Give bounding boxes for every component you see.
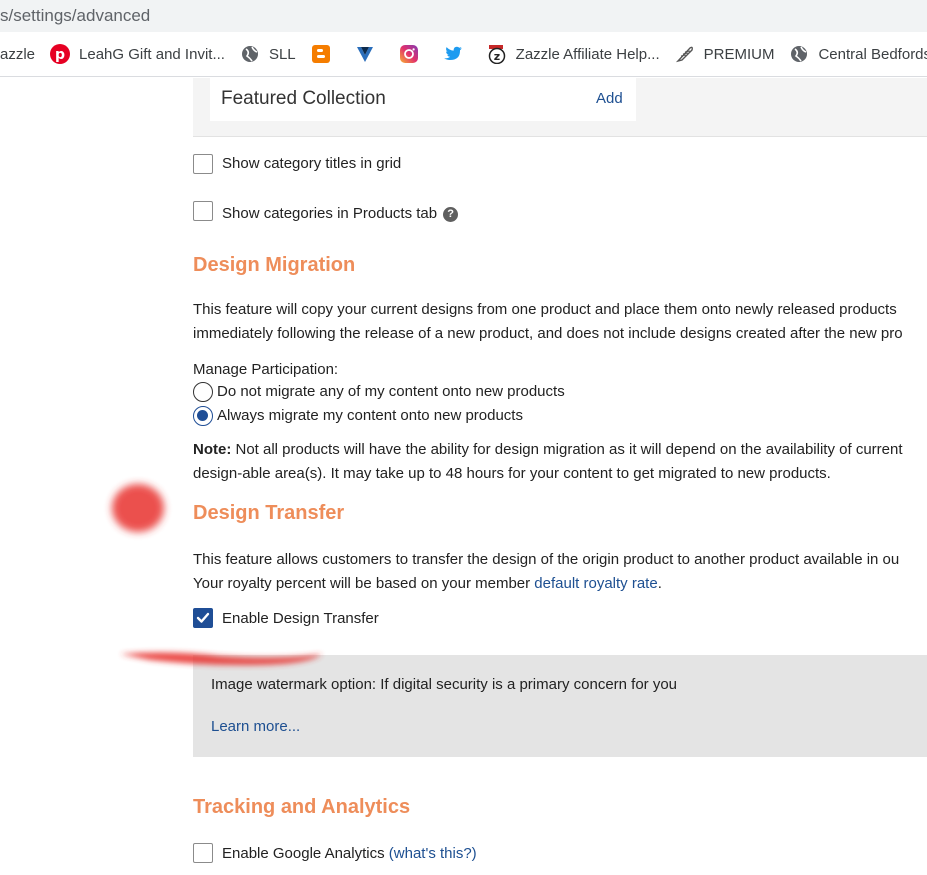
bookmark-twitter[interactable] [443, 44, 472, 64]
google-analytics-label: Enable Google Analytics [222, 845, 385, 862]
globe-icon [789, 44, 809, 64]
svg-text:p: p [55, 47, 65, 63]
bookmark-label: PREMIUM [703, 45, 775, 63]
help-icon[interactable]: ? [443, 207, 459, 222]
categories-products-tab-label: Show categories in Products tab? [222, 205, 459, 222]
learn-more-link[interactable]: Learn more... [211, 718, 300, 735]
watermark-info-panel [193, 655, 927, 757]
bookmark-zazzle-affiliate[interactable]: z Zazzle Affiliate Help... [487, 44, 660, 64]
note-text: Not all products will have the ability f… [231, 441, 903, 458]
bookmark-vector[interactable] [355, 44, 384, 64]
address-bar[interactable]: s/settings/advanced [0, 0, 927, 32]
bookmark-sll[interactable]: SLL [240, 44, 296, 64]
design-migration-line-1: This feature will copy your current desi… [193, 301, 897, 318]
bookmark-central-bedfords[interactable]: Central Bedfords [789, 44, 927, 64]
vector-v-icon [355, 44, 375, 64]
feather-icon [675, 44, 695, 64]
red-scribble-blob [112, 484, 164, 532]
design-transfer-line-2: Your royalty percent will be based on yo… [193, 572, 899, 596]
pinterest-icon: p [50, 44, 71, 64]
bookmark-zazzle[interactable]: azzle [0, 46, 35, 63]
enable-design-transfer-checkbox[interactable] [193, 608, 213, 628]
blogger-icon [311, 44, 331, 64]
bookmark-label: SLL [268, 45, 296, 63]
royalty-suffix: . [657, 575, 662, 592]
bookmarks-bar: azzle p LeahG Gift and Invit... SLL z Za… [0, 32, 927, 77]
bookmark-label: Zazzle Affiliate Help... [515, 45, 660, 63]
tracking-analytics-heading: Tracking and Analytics [193, 796, 411, 818]
radio-do-not-migrate[interactable] [193, 382, 213, 402]
settings-content: Featured Collection Add Show category ti… [0, 78, 927, 875]
whats-this-link[interactable]: (what's this?) [389, 845, 477, 862]
radio-do-not-migrate-label: Do not migrate any of my content onto ne… [217, 383, 565, 400]
svg-text:z: z [493, 50, 499, 63]
manage-participation-label: Manage Participation: [193, 361, 339, 378]
zazzle-help-icon: z [487, 44, 507, 64]
migration-note: Note: Not all products will have the abi… [193, 438, 903, 486]
design-transfer-description: This feature allows customers to transfe… [193, 548, 899, 596]
default-royalty-rate-link[interactable]: default royalty rate [534, 575, 657, 592]
featured-collection-title: Featured Collection [221, 88, 386, 109]
url-text[interactable]: s/settings/advanced [0, 6, 150, 26]
bookmark-pinterest[interactable]: p LeahG Gift and Invit... [50, 44, 225, 64]
bookmark-label: azzle [0, 45, 36, 63]
design-transfer-line-1: This feature allows customers to transfe… [193, 551, 900, 568]
design-migration-description: This feature will copy your current desi… [193, 298, 903, 346]
design-migration-heading: Design Migration [193, 254, 356, 276]
category-titles-label: Show category titles in grid [222, 155, 402, 172]
watermark-info-text: Image watermark option: If digital secur… [211, 676, 678, 693]
twitter-icon [443, 44, 463, 64]
design-migration-line-2: immediately following the release of a n… [193, 325, 903, 342]
bookmark-blogger[interactable] [311, 44, 340, 64]
category-titles-checkbox[interactable] [193, 154, 213, 174]
migration-note-line-1: Note: Not all products will have the abi… [193, 438, 903, 462]
design-transfer-heading: Design Transfer [193, 502, 345, 524]
enable-design-transfer-label: Enable Design Transfer [222, 610, 379, 627]
bookmark-instagram[interactable] [399, 44, 428, 64]
bookmark-premium[interactable]: PREMIUM [675, 44, 775, 64]
instagram-icon [399, 44, 419, 64]
enable-google-analytics-checkbox[interactable] [193, 843, 213, 863]
categories-products-tab-checkbox[interactable] [193, 201, 213, 221]
bookmark-label: LeahG Gift and Invit... [79, 45, 225, 63]
globe-icon [240, 44, 260, 64]
royalty-prefix: Your royalty percent will be based on yo… [193, 575, 535, 592]
radio-always-migrate-label: Always migrate my content onto new produ… [217, 407, 523, 424]
note-bold-label: Note: [193, 441, 232, 458]
categories-products-tab-text: Show categories in Products tab [222, 205, 438, 222]
featured-collection-add-link[interactable]: Add [596, 90, 623, 107]
migration-note-line-2: design-able area(s). It may take up to 4… [193, 465, 831, 482]
radio-always-migrate[interactable] [193, 406, 213, 426]
bookmark-label: Central Bedfords [818, 45, 927, 63]
enable-google-analytics-row: Enable Google Analytics (what's this?) [222, 845, 477, 862]
